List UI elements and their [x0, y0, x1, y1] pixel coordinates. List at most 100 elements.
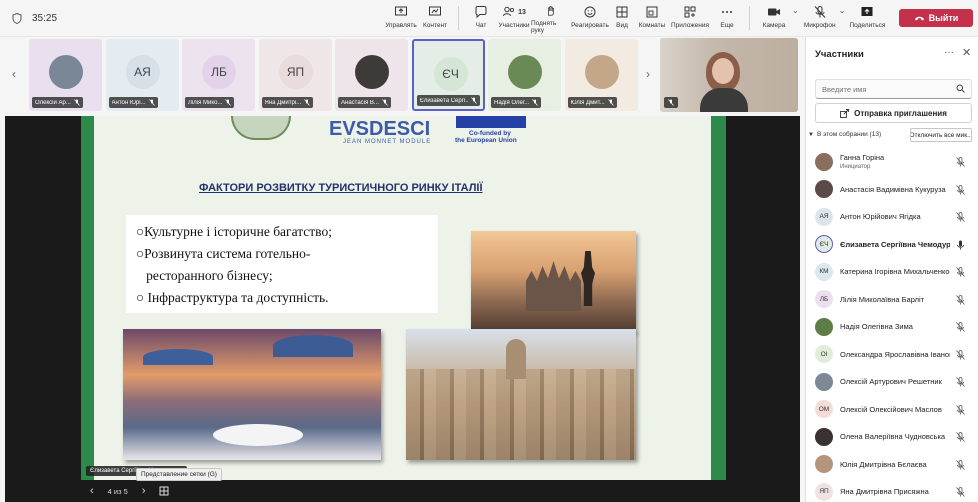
prev-slide-icon[interactable]: ‹ — [90, 485, 94, 497]
chevron-down-icon[interactable]: ⌄ — [839, 6, 846, 34]
tile-name: Надія Олег... — [494, 99, 530, 106]
mic-off-icon — [956, 404, 965, 415]
participant-tile[interactable]: Надія Олег... — [488, 39, 561, 111]
mic-off-icon — [956, 212, 965, 222]
avatar: ЯП — [815, 482, 833, 501]
participant-row[interactable]: Ганна Горіна Инициатор — [806, 148, 978, 176]
participant-tile[interactable]: ЄЧ Єлизавета Сергі... — [411, 39, 485, 111]
tile-name-bar: Анастасія В... — [338, 97, 391, 108]
participant-tile[interactable]: ЛБ Лілія Мико... — [182, 39, 255, 111]
participant-tile[interactable]: Анастасія В... — [335, 39, 408, 111]
video-tile[interactable] — [660, 38, 798, 112]
presentation-controls: ‹ 4 из 5 › — [5, 481, 800, 502]
avatar: ЯП — [278, 55, 313, 89]
avatar: КМ — [815, 262, 833, 281]
send-invite-button[interactable]: Отправка приглашения — [815, 103, 972, 123]
toolbar-button-rooms[interactable]: Комнаты — [635, 2, 669, 34]
toolbar-button-label: Участники — [498, 22, 530, 29]
avatar: АЯ — [815, 207, 833, 226]
next-slide-icon[interactable]: › — [142, 485, 146, 497]
leave-label: Выйти — [928, 13, 959, 23]
toolbar-button-label: Комнаты — [638, 22, 666, 29]
participant-tile[interactable]: Олексій Ар... — [29, 39, 102, 111]
invite-label: Отправка приглашения — [854, 108, 947, 118]
bullet-line: ○ Інфраструктура та доступність. — [136, 290, 329, 305]
participant-search-input[interactable] — [815, 79, 972, 99]
participant-row[interactable]: АЯ Антон Юрійович Ягідка — [806, 203, 978, 231]
toolbar-button-view[interactable]: Вид — [609, 2, 635, 34]
evsdesci-logo: EVSDESCI — [329, 118, 431, 140]
toolbar-button-mic-off[interactable]: Микрофон — [801, 2, 839, 34]
toolbar-button-camera[interactable]: Камера — [756, 2, 792, 34]
mic-off-icon — [470, 97, 477, 104]
participant-tile[interactable]: Юлія Дмит... — [564, 39, 638, 111]
participant-name: Яна Дмитрівна Присяжна — [840, 487, 929, 497]
toolbar-button-apps[interactable]: Приложения — [669, 2, 711, 34]
toolbar-button-people[interactable]: 13 Участники — [497, 2, 531, 34]
participant-row[interactable]: Надія Олегівна Зима — [806, 313, 978, 341]
participant-row[interactable]: ЯП Яна Дмитрівна Присяжна — [806, 478, 978, 502]
evsdesci-logo-sub: JEAN MONNET MODULE — [343, 139, 432, 145]
toolbar-button-share[interactable]: Поделиться — [847, 2, 887, 34]
participant-row[interactable]: ЄЧ Єлизавета Сергіївна Чемодурова — [806, 231, 978, 259]
toolbar-button-chat[interactable]: Чат — [465, 2, 497, 34]
toolbar-button-more[interactable]: Еще — [711, 2, 743, 34]
close-icon[interactable]: ✕ — [962, 46, 971, 59]
participant-list: Ганна Горіна Инициатор Анастасія Вадимівна… — [806, 148, 978, 502]
participant-row[interactable]: Анастасія Вадимівна Кукуруза — [806, 176, 978, 204]
chevron-down-icon[interactable]: ⌄ — [792, 6, 799, 34]
tile-name-bar: Єлизавета Сергі... — [416, 95, 480, 106]
mute-all-button[interactable]: Отключить все мик... — [910, 128, 972, 142]
slide-bullet-box: ○Культурне і історичне багатство; ○Розви… — [126, 215, 438, 313]
participant-row[interactable]: ОІ Олександра Ярославівна Іванова — [806, 341, 978, 369]
panel-title: Участники — [815, 49, 864, 60]
participant-row[interactable]: Юлія Дмитрівна Бєлаєва — [806, 451, 978, 479]
toolbar-button-react[interactable]: Реагировать — [571, 2, 609, 34]
participant-tile[interactable]: ЯП Яна Дмитрі... — [258, 39, 332, 111]
participant-name: Лілія Миколаївна Барліт — [840, 294, 925, 304]
participant-row[interactable]: ЛБ Лілія Миколаївна Барліт — [806, 286, 978, 314]
more-options-icon[interactable]: ··· — [944, 47, 954, 58]
participant-tile[interactable]: АЯ Антон Юрі... — [105, 39, 179, 111]
grid-view-icon[interactable] — [159, 486, 169, 496]
rooms-icon — [646, 6, 658, 18]
strip-prev-arrow[interactable]: ‹ — [12, 67, 16, 81]
mic-off-icon — [956, 184, 965, 195]
in-meeting-label: В этом собрании (13) — [816, 131, 882, 138]
toolbar-button-content[interactable]: Контент — [418, 2, 452, 34]
mic-off-icon — [956, 294, 965, 305]
mic-on-icon — [957, 240, 964, 249]
mic-off-icon — [956, 487, 965, 497]
slide-counter: 4 из 5 — [107, 486, 128, 496]
tile-name: Олексій Ар... — [35, 99, 71, 106]
participant-row[interactable]: КМ Катерина Ігорівна Михальченко — [806, 258, 978, 286]
meeting-timer: 35:25 — [12, 12, 57, 24]
raise-hand-icon — [548, 6, 554, 16]
avatar — [815, 455, 833, 474]
view-icon — [616, 6, 628, 18]
shield-icon — [12, 12, 22, 24]
slide-left-stripe — [81, 116, 94, 480]
sea-terrace-photo — [123, 329, 381, 460]
avatar: ЄЧ — [815, 235, 833, 254]
toolbar-button-raise-hand[interactable]: Поднять руку — [531, 2, 571, 34]
table-shape — [213, 424, 303, 446]
tile-name-bar: Надія Олег... — [491, 97, 542, 108]
toolbar-button-label: Микрофон — [803, 22, 836, 29]
participant-row[interactable]: Олексій Артурович Решетник — [806, 368, 978, 396]
apps-icon — [684, 6, 696, 18]
share-icon — [861, 7, 873, 16]
toolbar-button-share-screen[interactable]: Управлять — [384, 2, 418, 34]
participant-row[interactable]: Олена Валеріївна Чудновська — [806, 423, 978, 451]
buildings-texture — [406, 369, 636, 460]
participant-strip: ‹ Олексій Ар... АЯ Антон Юрі... ЛБ Лілія Мик… — [0, 37, 800, 114]
strip-next-arrow[interactable]: › — [646, 67, 650, 81]
video-mic-status — [664, 97, 678, 108]
avatar — [815, 152, 833, 171]
avatar — [584, 55, 619, 89]
leave-button[interactable]: Выйти — [899, 9, 973, 27]
toolbar-button-label: Поднять руку — [531, 20, 557, 34]
mic-off-icon — [956, 267, 965, 277]
participant-row[interactable]: ОМ Олексій Олексійович Маслов — [806, 396, 978, 424]
eu-cofunded-text: Co-funded by the European Union — [455, 130, 517, 144]
